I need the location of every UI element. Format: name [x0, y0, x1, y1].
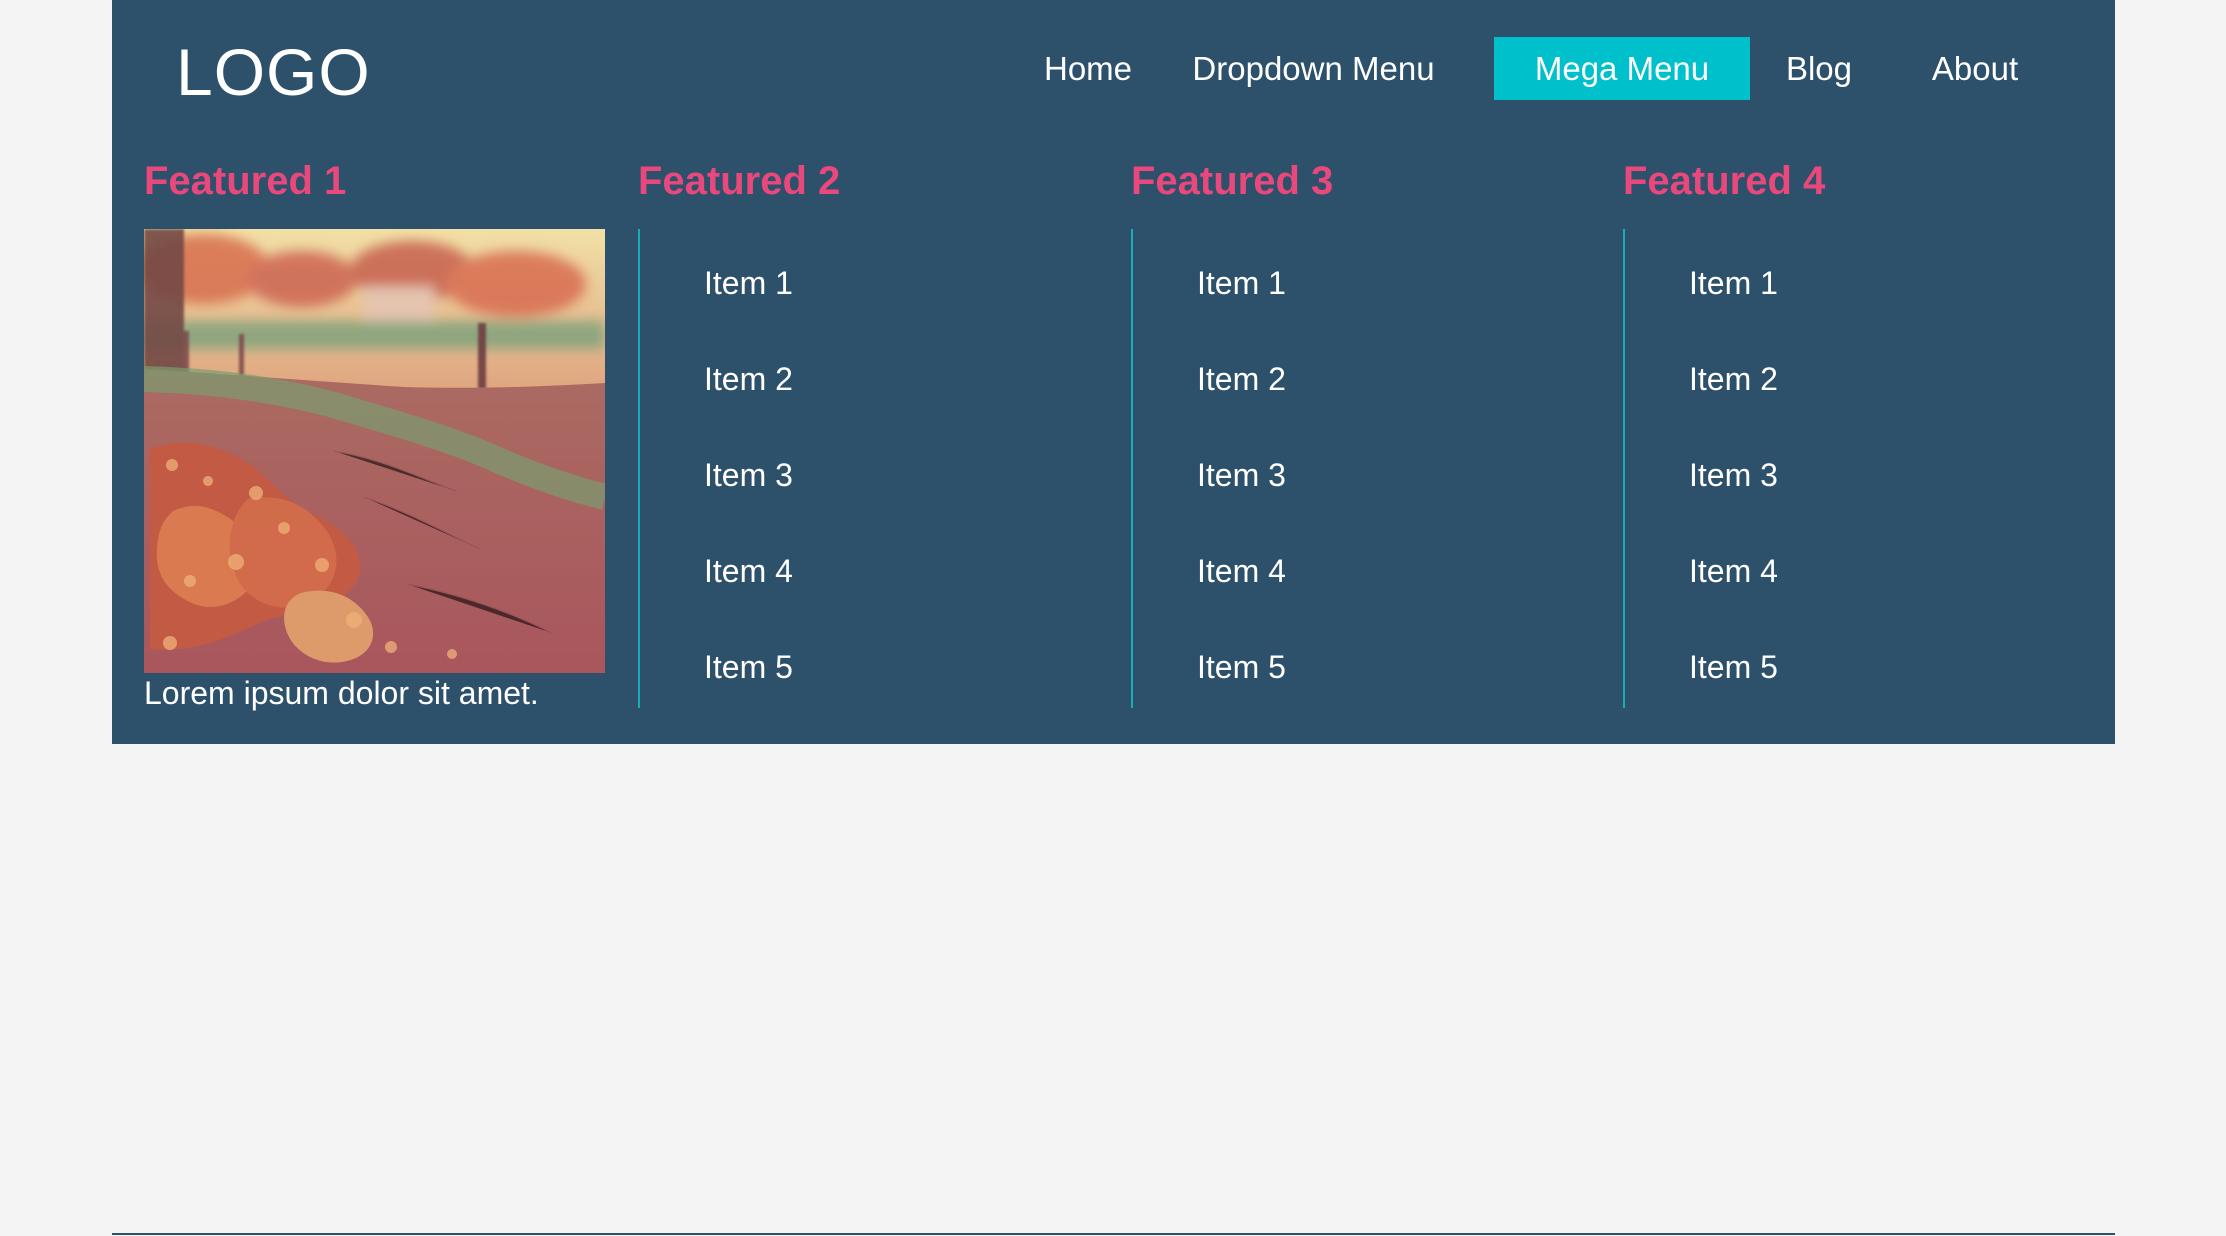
featured-4-heading: Featured 4 — [1623, 159, 1826, 203]
featured-column-3: Featured 3 Item 1 Item 2 Item 3 Item 4 I… — [1131, 150, 1601, 710]
featured-column-1: Featured 1 Lorem ipsum dolor sit amet. — [144, 150, 614, 711]
menu-item-1[interactable]: Item 1 — [1689, 235, 1778, 331]
column-divider — [638, 229, 640, 708]
featured-caption: Lorem ipsum dolor sit amet. — [144, 675, 539, 711]
featured-column-4: Featured 4 Item 1 Item 2 Item 3 Item 4 I… — [1623, 150, 2093, 710]
featured-4-items: Item 1 Item 2 Item 3 Item 4 Item 5 — [1689, 235, 1778, 715]
featured-2-heading: Featured 2 — [638, 159, 841, 203]
menu-item-5[interactable]: Item 5 — [704, 619, 793, 715]
menu-item-4[interactable]: Item 4 — [1197, 523, 1286, 619]
menu-item-5[interactable]: Item 5 — [1689, 619, 1778, 715]
menu-item-1[interactable]: Item 1 — [1197, 235, 1286, 331]
menu-item-1[interactable]: Item 1 — [704, 235, 793, 331]
menu-item-4[interactable]: Item 4 — [704, 523, 793, 619]
column-divider — [1131, 229, 1133, 708]
autumn-leaves-path-image — [144, 229, 605, 673]
menu-item-4[interactable]: Item 4 — [1689, 523, 1778, 619]
featured-image[interactable] — [144, 229, 605, 673]
featured-3-heading: Featured 3 — [1131, 159, 1334, 203]
column-divider — [1623, 229, 1625, 708]
mega-menu-panel: Featured 1 Lorem ipsum dolor sit amet. F… — [112, 0, 2115, 744]
featured-1-heading: Featured 1 — [144, 159, 347, 203]
menu-item-2[interactable]: Item 2 — [1197, 331, 1286, 427]
featured-2-items: Item 1 Item 2 Item 3 Item 4 Item 5 — [704, 235, 793, 715]
menu-item-3[interactable]: Item 3 — [704, 427, 793, 523]
menu-item-5[interactable]: Item 5 — [1197, 619, 1286, 715]
page-bottom-divider — [112, 1233, 2115, 1235]
menu-item-2[interactable]: Item 2 — [1689, 331, 1778, 427]
menu-item-3[interactable]: Item 3 — [1689, 427, 1778, 523]
featured-column-2: Featured 2 Item 1 Item 2 Item 3 Item 4 I… — [638, 150, 1108, 710]
site-header: LOGO Home Dropdown Menu Mega Menu Blog A… — [112, 0, 2115, 744]
menu-item-2[interactable]: Item 2 — [704, 331, 793, 427]
featured-3-items: Item 1 Item 2 Item 3 Item 4 Item 5 — [1197, 235, 1286, 715]
menu-item-3[interactable]: Item 3 — [1197, 427, 1286, 523]
